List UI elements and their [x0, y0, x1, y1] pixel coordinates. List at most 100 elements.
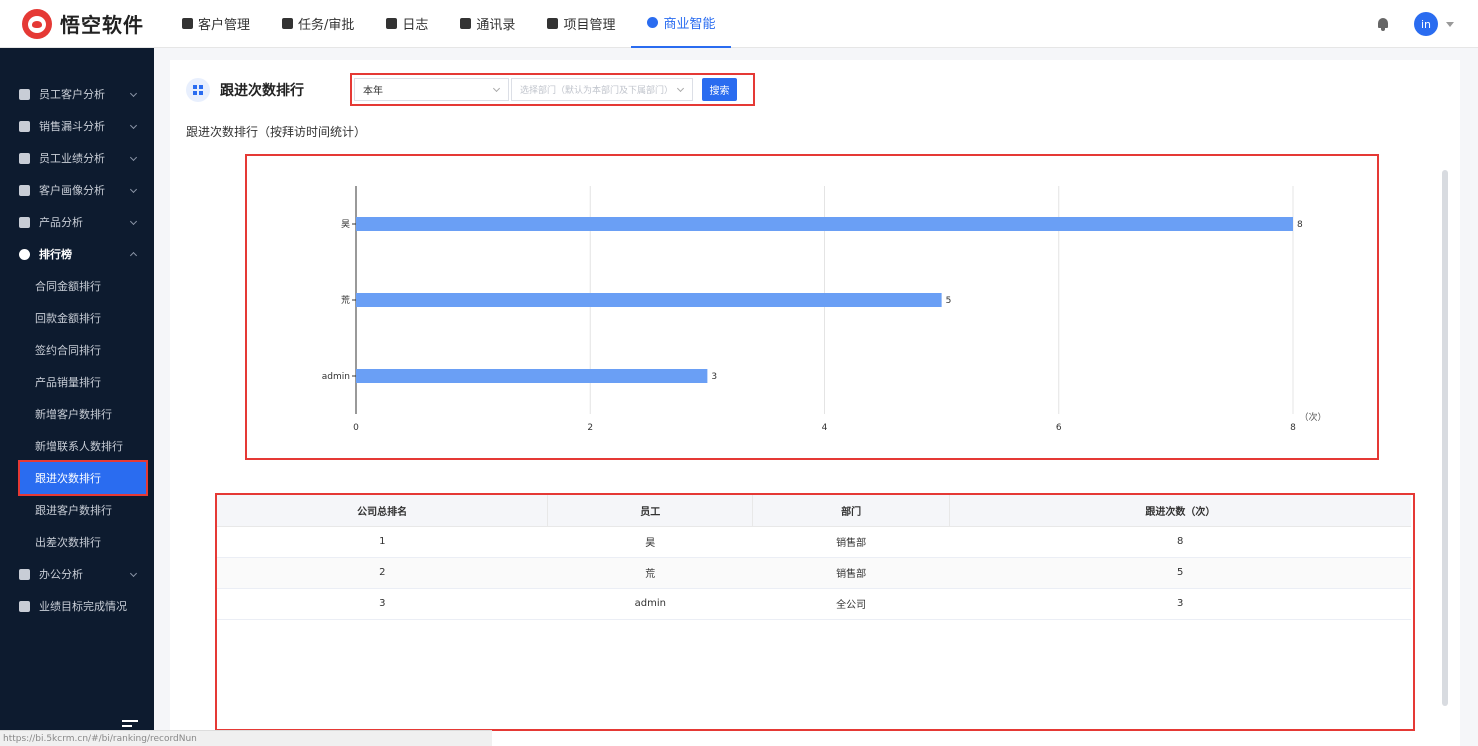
project-icon: [547, 18, 559, 29]
nav-project-management[interactable]: 项目管理: [531, 0, 631, 48]
people-icon: [19, 184, 30, 196]
column-header-followup-count[interactable]: 跟进次数（次）: [949, 495, 1411, 527]
x-tick-label: 8: [1290, 423, 1296, 433]
nav-label: 商业智能: [663, 17, 716, 32]
cell-employee: 荒: [547, 557, 753, 589]
nav-customer-management[interactable]: 客户管理: [166, 0, 266, 48]
sidebar-item-customer-portrait[interactable]: 客户画像分析: [0, 174, 154, 206]
nav-label: 客户管理: [198, 18, 251, 33]
cell-rank: 2: [217, 557, 548, 589]
chevron-down-icon[interactable]: [1446, 21, 1454, 27]
top-nav-bar: 悟空软件 客户管理 任务/审批 日志 通讯录 项目管理 商业智能 in: [0, 0, 1478, 48]
sidebar-subitem-followup-customers[interactable]: 跟进客户数排行: [0, 494, 154, 526]
search-button[interactable]: 搜索: [702, 78, 737, 101]
logo-text: 悟空软件: [60, 13, 144, 37]
nav-label: 项目管理: [563, 18, 616, 33]
funnel-icon: [19, 120, 30, 132]
sidebar-item-product-analysis[interactable]: 产品分析: [0, 206, 154, 238]
sidebar-item-performance-goals[interactable]: 业绩目标完成情况: [0, 590, 154, 622]
nav-contacts[interactable]: 通讯录: [444, 0, 531, 48]
table-row[interactable]: 2 荒 销售部 5: [217, 557, 1411, 589]
x-tick-label: 2: [587, 423, 593, 433]
nav-label: 任务/审批: [298, 18, 355, 33]
category-label: 昊: [341, 219, 350, 230]
bell-icon[interactable]: [1376, 17, 1390, 31]
followup-bar-chart: 0 2 4 6 8（次）昊 8荒 5admin 3: [322, 186, 1327, 433]
column-header-rank[interactable]: 公司总排名: [217, 495, 549, 527]
sidebar-item-employee-performance[interactable]: 员工业绩分析: [0, 142, 154, 174]
filter-bar: 本年 选择部门（默认为本部门及下属部门） 搜索: [350, 73, 755, 106]
chevron-down-icon: [492, 84, 501, 93]
chevron-down-icon: [676, 84, 685, 93]
sidebar-subitem-payment-amount[interactable]: 回款金额排行: [0, 302, 154, 334]
sidebar-item-rankings[interactable]: 排行榜: [0, 238, 154, 270]
sidebar-item-sales-funnel[interactable]: 销售漏斗分析: [0, 110, 154, 142]
cell-followup-count: 3: [949, 588, 1411, 620]
bar: [356, 369, 708, 383]
nav-label: 日志: [402, 18, 429, 33]
chart-subtitle: 跟进次数排行（按拜访时间统计）: [186, 125, 367, 139]
sidebar-subitem-business-trips[interactable]: 出差次数排行: [0, 526, 154, 558]
chevron-down-icon: [129, 217, 138, 226]
sidebar-item-employee-customer[interactable]: 员工客户分析: [0, 78, 154, 110]
cell-followup-count: 5: [949, 557, 1411, 589]
chart-container: 0 2 4 6 8 （次）昊 8 荒 5 admin 3: [245, 154, 1379, 460]
avatar[interactable]: in: [1414, 12, 1438, 36]
column-header-department[interactable]: 部门: [752, 495, 950, 527]
data-label: 5: [946, 296, 952, 306]
x-tick-label: 0: [353, 423, 359, 433]
nav-business-intelligence[interactable]: 商业智能: [631, 0, 732, 48]
sidebar-item-office-analysis[interactable]: 办公分析: [0, 558, 154, 590]
x-unit-label: （次）: [1299, 411, 1326, 423]
main-nav: 客户管理 任务/审批 日志 通讯录 项目管理 商业智能: [166, 0, 732, 48]
sidebar-subitem-product-sales[interactable]: 产品销量排行: [0, 366, 154, 398]
chevron-down-icon: [129, 121, 138, 130]
sidebar-item-label: 产品分析: [39, 216, 83, 229]
nav-label: 通讯录: [476, 18, 516, 33]
trophy-icon: [19, 248, 30, 260]
department-select-placeholder: 选择部门（默认为本部门及下属部门）: [520, 86, 674, 96]
bar: [356, 293, 942, 307]
nav-tasks-approval[interactable]: 任务/审批: [266, 0, 370, 48]
status-bar-url: https://bi.5kcrm.cn/#/bi/ranking/recordN…: [0, 730, 492, 746]
sidebar-item-label: 员工业绩分析: [39, 152, 105, 165]
ranking-table: 公司总排名 员工 部门 跟进次数（次） 1 昊 销售部 8 2 荒 销售部 5: [217, 495, 1411, 620]
table-header-row: 公司总排名 员工 部门 跟进次数（次）: [217, 495, 1411, 527]
sidebar-subitem-followup-count[interactable]: 跟进次数排行: [18, 460, 148, 496]
sidebar-item-label: 业绩目标完成情况: [39, 600, 127, 613]
sidebar-item-label: 员工客户分析: [39, 88, 105, 101]
bar: [356, 217, 1293, 231]
vertical-scrollbar[interactable]: [1442, 170, 1448, 706]
table-row[interactable]: 3 admin 全公司 3: [217, 588, 1411, 620]
chart-icon: [182, 18, 193, 29]
nav-log[interactable]: 日志: [370, 0, 444, 48]
target-icon: [19, 600, 30, 612]
monkey-logo-icon: [22, 8, 52, 39]
period-select[interactable]: 本年: [354, 78, 509, 101]
category-label: admin: [322, 372, 350, 382]
sidebar-subitem-new-customers[interactable]: 新增客户数排行: [0, 398, 154, 430]
table-row[interactable]: 1 昊 销售部 8: [217, 526, 1411, 558]
cell-department: 全公司: [752, 588, 950, 620]
cell-employee: 昊: [547, 526, 753, 558]
logo[interactable]: 悟空软件: [22, 8, 166, 39]
chevron-down-icon: [129, 153, 138, 162]
bi-icon: [647, 17, 659, 28]
page-title: 跟进次数排行: [220, 83, 304, 99]
sidebar-subitem-new-contacts[interactable]: 新增联系人数排行: [0, 430, 154, 462]
column-header-employee[interactable]: 员工: [547, 495, 754, 527]
sidebar-subitem-contract-amount[interactable]: 合同金额排行: [0, 270, 154, 302]
cell-rank: 3: [217, 588, 548, 620]
category-label: 荒: [341, 295, 350, 306]
data-label: 3: [711, 372, 717, 382]
sidebar-item-label: 客户画像分析: [39, 184, 105, 197]
cell-rank: 1: [217, 526, 548, 558]
sidebar-subitem-signed-contracts[interactable]: 签约合同排行: [0, 334, 154, 366]
chevron-down-icon: [129, 185, 138, 194]
chevron-down-icon: [129, 569, 138, 578]
sidebar-menu: 员工客户分析 销售漏斗分析 员工业绩分析 客户画像分析 产品分析 排行榜 合同金…: [0, 48, 154, 622]
department-select[interactable]: 选择部门（默认为本部门及下属部门）: [511, 78, 693, 101]
period-select-value: 本年: [363, 86, 383, 97]
sidebar: 员工客户分析 销售漏斗分析 员工业绩分析 客户画像分析 产品分析 排行榜 合同金…: [0, 48, 154, 746]
briefcase-icon: [19, 568, 30, 580]
